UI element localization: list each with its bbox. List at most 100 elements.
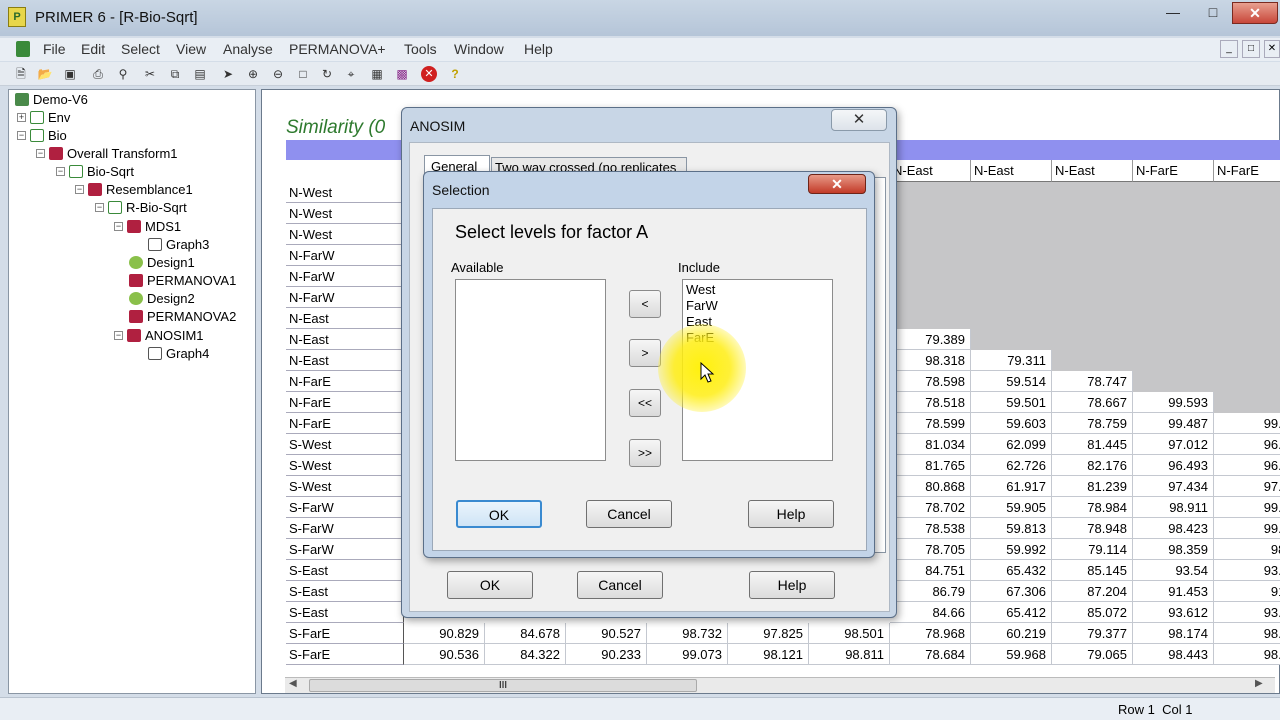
similarity-cell[interactable]: 91.453 <box>1133 581 1214 602</box>
similarity-cell[interactable]: 67.306 <box>971 581 1052 602</box>
rotate-icon[interactable]: ↻ <box>318 65 336 83</box>
similarity-cell[interactable]: 84.678 <box>485 623 566 644</box>
tree-node-design2[interactable]: Design2 <box>129 291 195 306</box>
collapse-minus-icon[interactable]: − <box>95 203 104 212</box>
similarity-cell[interactable]: 79.065 <box>1052 644 1133 665</box>
similarity-cell[interactable]: 96.5 <box>1214 434 1280 455</box>
similarity-cell[interactable]: 98.423 <box>1133 518 1214 539</box>
similarity-cell[interactable]: 78.599 <box>890 413 971 434</box>
similarity-cell[interactable]: 59.905 <box>971 497 1052 518</box>
anosim-help-button[interactable]: Help <box>749 571 835 599</box>
similarity-cell[interactable]: 99.0 <box>1214 497 1280 518</box>
selection-help-button[interactable]: Help <box>748 500 834 528</box>
similarity-cell[interactable]: 90.527 <box>566 623 647 644</box>
similarity-cell[interactable]: 78.984 <box>1052 497 1133 518</box>
collapse-minus-icon[interactable]: − <box>114 331 123 340</box>
menu-permanova[interactable]: PERMANOVA+ <box>289 41 386 57</box>
similarity-cell[interactable]: 87.204 <box>1052 581 1133 602</box>
anosim-cancel-button[interactable]: Cancel <box>577 571 663 599</box>
similarity-cell[interactable]: 84.66 <box>890 602 971 623</box>
similarity-cell[interactable]: 78.759 <box>1052 413 1133 434</box>
paste-icon[interactable]: ▤ <box>191 65 209 83</box>
column-header[interactable]: N-FarE <box>1214 160 1280 182</box>
similarity-cell[interactable]: 59.603 <box>971 413 1052 434</box>
row-label[interactable]: N-West <box>286 224 404 245</box>
move-all-left-button[interactable]: << <box>629 389 661 417</box>
similarity-cell[interactable]: 78.705 <box>890 539 971 560</box>
similarity-cell[interactable]: 90.536 <box>404 644 485 665</box>
collapse-minus-icon[interactable]: − <box>36 149 45 158</box>
similarity-cell[interactable]: 62.726 <box>971 455 1052 476</box>
row-label[interactable]: S-FarW <box>286 539 404 560</box>
similarity-cell[interactable]: 65.432 <box>971 560 1052 581</box>
row-label[interactable]: N-FarW <box>286 266 404 287</box>
selection-ok-button[interactable]: OK <box>456 500 542 528</box>
similarity-cell[interactable]: 78.968 <box>890 623 971 644</box>
row-label[interactable]: S-FarE <box>286 644 404 665</box>
row-label[interactable]: S-West <box>286 476 404 497</box>
similarity-cell[interactable]: 59.813 <box>971 518 1052 539</box>
similarity-cell[interactable]: 97.434 <box>1133 476 1214 497</box>
collapse-minus-icon[interactable]: − <box>75 185 84 194</box>
tree-node-graph4[interactable]: Graph4 <box>148 346 209 361</box>
tree-node-permanova1[interactable]: PERMANOVA1 <box>129 273 236 288</box>
help-icon[interactable]: ? <box>446 65 464 83</box>
select-icon[interactable]: ⌖ <box>342 65 360 83</box>
row-label[interactable]: N-East <box>286 350 404 371</box>
similarity-cell[interactable]: 93.4 <box>1214 602 1280 623</box>
scroll-thumb[interactable]: III <box>309 679 697 692</box>
zoom-out-icon[interactable]: ⊖ <box>269 65 287 83</box>
similarity-cell[interactable]: 79.377 <box>1052 623 1133 644</box>
column-header[interactable]: N-East <box>971 160 1052 182</box>
similarity-cell[interactable]: 96.493 <box>1133 455 1214 476</box>
tree-node-permanova2[interactable]: PERMANOVA2 <box>129 309 236 324</box>
row-label[interactable]: N-FarW <box>286 287 404 308</box>
collapse-minus-icon[interactable]: − <box>56 167 65 176</box>
similarity-cell[interactable]: 93.612 <box>1133 602 1214 623</box>
tree-node-demo-v6[interactable]: Demo-V6 <box>15 92 88 107</box>
similarity-cell[interactable]: 98. <box>1214 539 1280 560</box>
similarity-cell[interactable]: 86.79 <box>890 581 971 602</box>
tree-node-resemblance1[interactable]: − Resemblance1 <box>75 182 193 197</box>
similarity-cell[interactable]: 78.598 <box>890 371 971 392</box>
similarity-cell[interactable]: 98.6 <box>1214 644 1280 665</box>
similarity-cell[interactable]: 91. <box>1214 581 1280 602</box>
similarity-cell[interactable]: 79.114 <box>1052 539 1133 560</box>
save-icon[interactable]: ▣ <box>61 65 79 83</box>
row-label[interactable]: S-FarE <box>286 623 404 644</box>
similarity-cell[interactable]: 59.968 <box>971 644 1052 665</box>
column-header[interactable]: N-East <box>1052 160 1133 182</box>
similarity-cell[interactable]: 98.443 <box>1133 644 1214 665</box>
tree-node-anosim1[interactable]: − ANOSIM1 <box>114 328 204 343</box>
similarity-cell[interactable]: 59.501 <box>971 392 1052 413</box>
similarity-cell[interactable]: 98.121 <box>728 644 809 665</box>
row-label[interactable]: N-West <box>286 182 404 203</box>
similarity-cell[interactable]: 97.3 <box>1214 476 1280 497</box>
similarity-cell[interactable]: 99.073 <box>647 644 728 665</box>
similarity-cell[interactable]: 62.099 <box>971 434 1052 455</box>
row-label[interactable]: S-FarW <box>286 497 404 518</box>
similarity-cell[interactable]: 90.233 <box>566 644 647 665</box>
similarity-cell[interactable]: 98.811 <box>809 644 890 665</box>
similarity-cell[interactable]: 99.1 <box>1214 518 1280 539</box>
cut-icon[interactable]: ✂ <box>141 65 159 83</box>
similarity-cell[interactable]: 98.501 <box>809 623 890 644</box>
similarity-cell[interactable]: 65.412 <box>971 602 1052 623</box>
close-window-button[interactable]: ✕ <box>1232 2 1278 24</box>
menu-analyse[interactable]: Analyse <box>223 41 273 57</box>
row-label[interactable]: N-FarE <box>286 413 404 434</box>
similarity-cell[interactable]: 81.239 <box>1052 476 1133 497</box>
similarity-cell[interactable]: 90.829 <box>404 623 485 644</box>
similarity-cell[interactable]: 98.3 <box>1214 623 1280 644</box>
row-label[interactable]: N-FarE <box>286 371 404 392</box>
similarity-cell[interactable]: 78.667 <box>1052 392 1133 413</box>
similarity-cell[interactable]: 81.034 <box>890 434 971 455</box>
menu-window[interactable]: Window <box>454 41 504 57</box>
scroll-left-icon[interactable]: ◀ <box>289 678 297 689</box>
similarity-cell[interactable]: 60.219 <box>971 623 1052 644</box>
zoom-in-icon[interactable]: ⊕ <box>244 65 262 83</box>
row-label[interactable]: S-East <box>286 602 404 623</box>
graph-icon[interactable]: ▦ <box>368 65 386 83</box>
available-listbox[interactable] <box>455 279 606 461</box>
mdi-minimize-button[interactable]: _ <box>1220 40 1238 58</box>
